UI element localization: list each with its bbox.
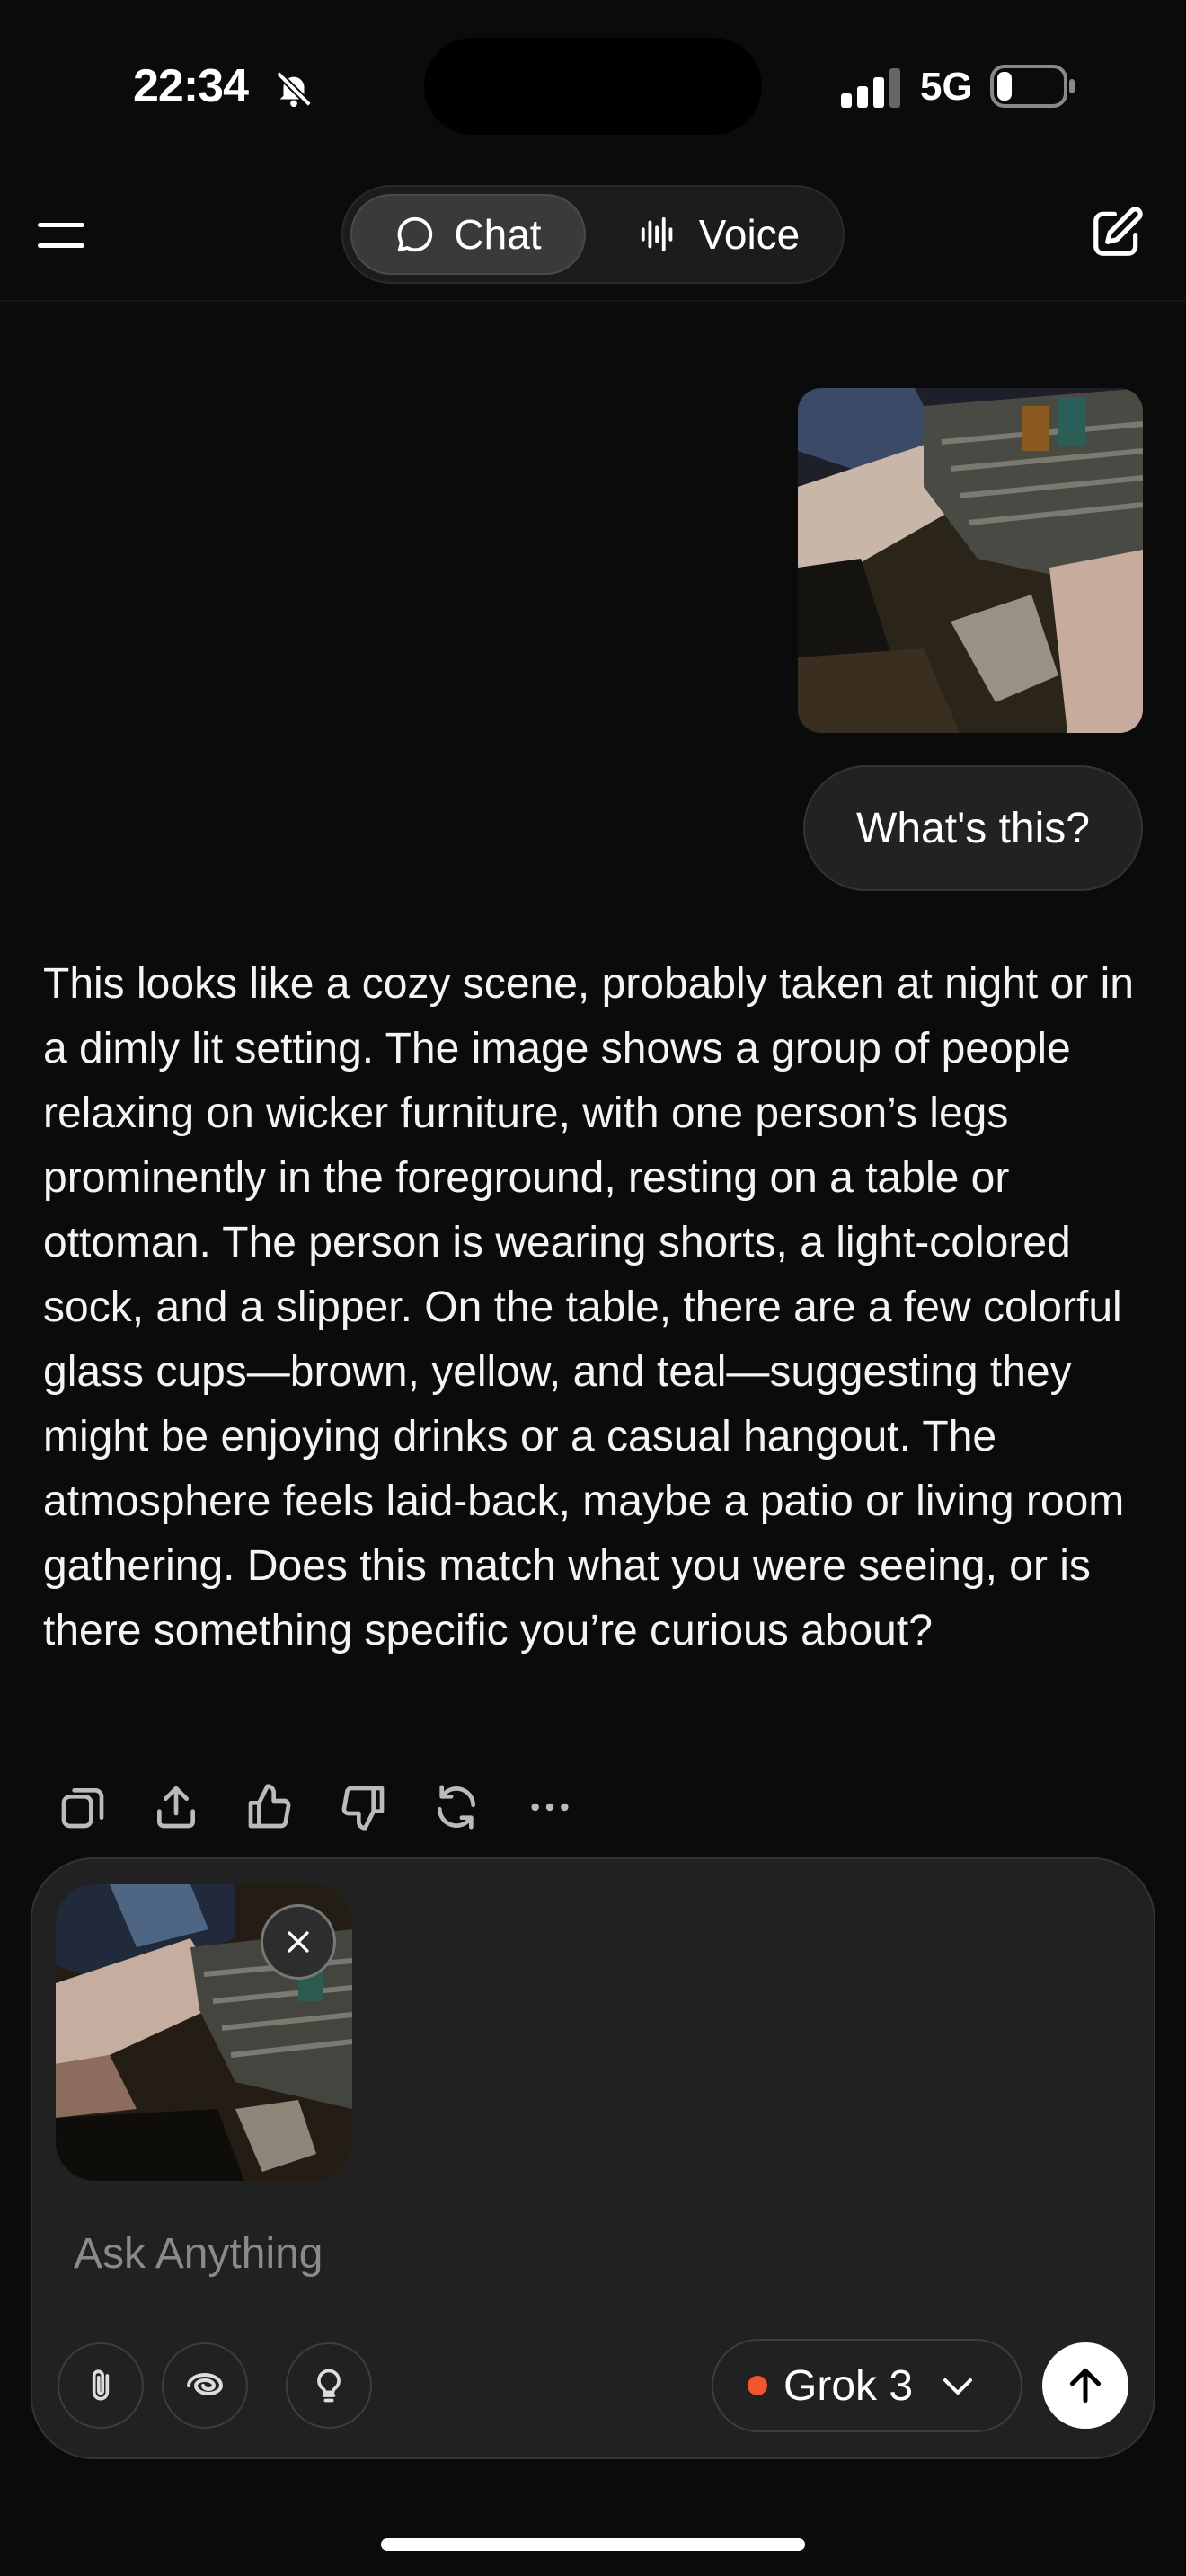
lightbulb-icon (317, 2369, 341, 2403)
thumbs-down-icon[interactable] (338, 1782, 388, 1832)
network-label: 5G (920, 65, 973, 109)
response-actions (58, 1782, 575, 1836)
ask-input[interactable]: Ask Anything (74, 2229, 323, 2279)
model-selector[interactable]: Grok 3 (712, 2339, 1022, 2432)
silent-bell-icon (276, 71, 312, 108)
thumbs-up-icon[interactable] (244, 1782, 295, 1832)
waveform-icon (641, 216, 673, 252)
battery-icon (990, 65, 1075, 108)
tab-voice-label: Voice (698, 211, 801, 258)
model-status-dot (748, 2376, 767, 2395)
deepsearch-button[interactable] (162, 2342, 248, 2429)
tab-chat-label: Chat (454, 211, 542, 258)
user-message-bubble: What's this? (803, 765, 1143, 891)
model-label: Grok 3 (783, 2361, 914, 2410)
chat-bubble-icon (398, 216, 433, 252)
think-button[interactable] (286, 2342, 372, 2429)
spiral-icon (187, 2373, 224, 2395)
status-time: 22:34 (133, 60, 249, 112)
copy-icon[interactable] (58, 1782, 108, 1832)
header-divider (0, 300, 1186, 302)
chevron-down-icon (943, 2378, 973, 2395)
send-button[interactable] (1042, 2342, 1128, 2429)
share-icon[interactable] (151, 1782, 201, 1832)
dynamic-island (424, 38, 762, 135)
signal-icon (841, 68, 900, 108)
attach-button[interactable] (58, 2342, 144, 2429)
assistant-response: This looks like a cozy scene, probably t… (43, 960, 1134, 1654)
tab-voice[interactable]: Voice (611, 194, 827, 275)
new-chat-edit-icon[interactable] (1089, 205, 1145, 260)
user-image-attachment[interactable] (798, 388, 1143, 733)
close-icon (288, 1931, 309, 1953)
arrow-up-icon (1069, 2368, 1102, 2404)
menu-icon[interactable] (36, 216, 86, 255)
tab-chat[interactable]: Chat (350, 194, 586, 275)
more-icon[interactable] (525, 1782, 575, 1832)
paperclip-icon (92, 2369, 110, 2401)
home-indicator (381, 2538, 805, 2551)
remove-attachment-button[interactable] (261, 1904, 336, 1980)
regenerate-icon[interactable] (431, 1782, 482, 1832)
